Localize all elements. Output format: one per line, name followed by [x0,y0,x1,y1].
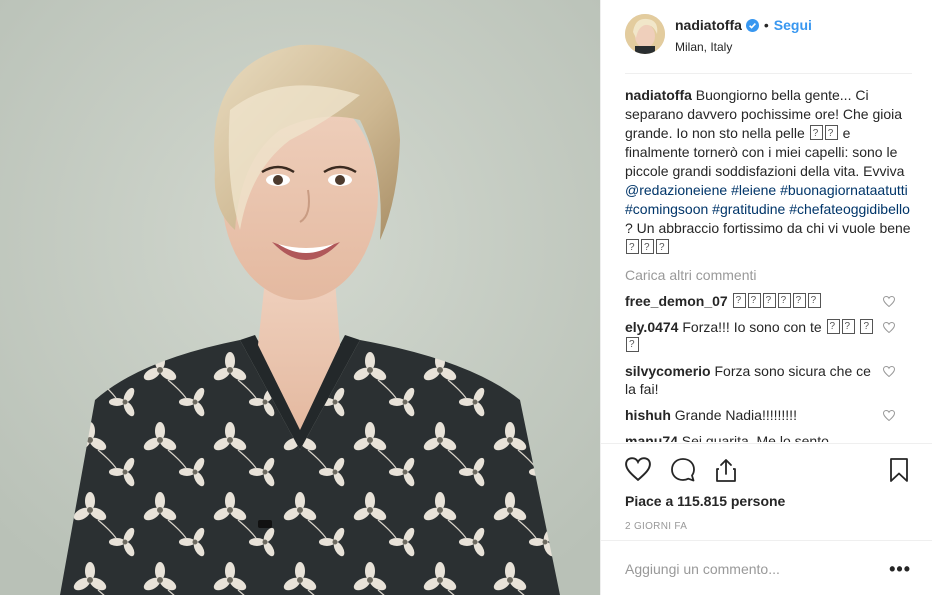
caption-text-3: ? Un abbraccio fortissimo da chi vi vuol… [625,220,911,236]
user-line: nadiatoffa • Segui [675,17,812,33]
hashtag-link[interactable]: #chefateoggidibello [789,201,910,217]
bookmark-icon[interactable] [887,457,913,483]
comment-text [728,293,732,309]
comment-username[interactable]: free_demon_07 [625,293,728,309]
location-link[interactable]: Milan, Italy [675,40,732,54]
comment-item: ely.0474 Forza!!! Io sono con te [625,318,913,354]
emoji-glyph [809,124,823,143]
post-header: nadiatoffa • Segui Milan, Italy [601,0,932,74]
verified-badge-icon [745,18,759,32]
comment-input[interactable] [625,558,875,580]
comment-username[interactable]: ely.0474 [625,319,678,335]
hashtag-link[interactable]: #gratitudine [712,201,785,217]
emoji-glyph [777,292,791,310]
post-photo[interactable] [0,0,600,595]
caption-username[interactable]: nadiatoffa [625,87,692,103]
post-side-panel: nadiatoffa • Segui Milan, Italy nadiatof… [600,0,932,595]
header-divider [625,73,912,74]
emoji-glyph [826,318,840,336]
comment-username[interactable]: silvycomerio [625,363,711,379]
comment-like-heart-icon[interactable] [883,410,895,421]
comment-item: manu74 Sei guarita. Me lo sento [625,432,913,442]
comment-like-heart-icon[interactable] [883,322,895,333]
action-bar [601,443,932,495]
load-more-comments-button[interactable]: Carica altri commenti [625,266,913,284]
heart-icon[interactable] [625,457,651,483]
comments-section[interactable]: nadiatoffa Buongiorno bella gente... Ci … [625,86,913,442]
post-timestamp[interactable]: 2 GIORNI FA [625,521,687,532]
hashtag-link[interactable]: #buonagiornataatutti [780,182,908,198]
add-comment-bar: ••• [601,540,932,595]
hashtag-link[interactable]: #leiene [731,182,776,198]
comment-item: silvycomerio Forza sono sicura che ce la… [625,362,913,398]
mention-link[interactable]: @redazioneiene [625,182,727,198]
post-caption: nadiatoffa Buongiorno bella gente... Ci … [625,86,913,257]
username-link[interactable]: nadiatoffa [675,17,742,33]
avatar[interactable] [625,14,665,54]
more-options-button[interactable]: ••• [889,559,911,580]
comment-like-heart-icon[interactable] [883,366,895,377]
comment-like-heart-icon[interactable] [883,296,895,307]
comment-text: Sei guarita. Me lo sento [677,433,829,442]
likes-count[interactable]: Piace a 115.815 persone [625,493,785,509]
comment-item: hishuh Grande Nadia!!!!!!!!! [625,406,913,424]
comment-text: Grande Nadia!!!!!!!!! [670,407,797,423]
emoji-glyph [732,292,746,310]
emoji-glyph [860,318,874,336]
emoji-glyph [841,318,855,336]
emoji-glyph [792,292,806,310]
comment-username[interactable]: manu74 [625,433,678,442]
woman-portrait-image [0,0,600,595]
comment-item: free_demon_07 [625,292,913,310]
emoji-glyph [824,124,838,143]
hashtag-link[interactable]: #comingsoon [625,201,708,217]
follow-button[interactable]: Segui [774,17,812,33]
instagram-post: nadiatoffa • Segui Milan, Italy nadiatof… [0,0,932,595]
share-icon[interactable] [713,457,739,483]
emoji-glyph [807,292,821,310]
separator-dot: • [763,17,769,33]
comment-bubble-icon[interactable] [670,457,696,483]
emoji-glyph [626,238,639,257]
comment-username[interactable]: hishuh [625,407,671,423]
emoji-glyph [626,336,639,354]
emoji-glyph [656,238,669,257]
emoji-glyph [762,292,776,310]
emoji-glyph [747,292,761,310]
emoji-glyph [641,238,654,257]
comment-text: Forza!!! Io sono con te [678,319,826,335]
